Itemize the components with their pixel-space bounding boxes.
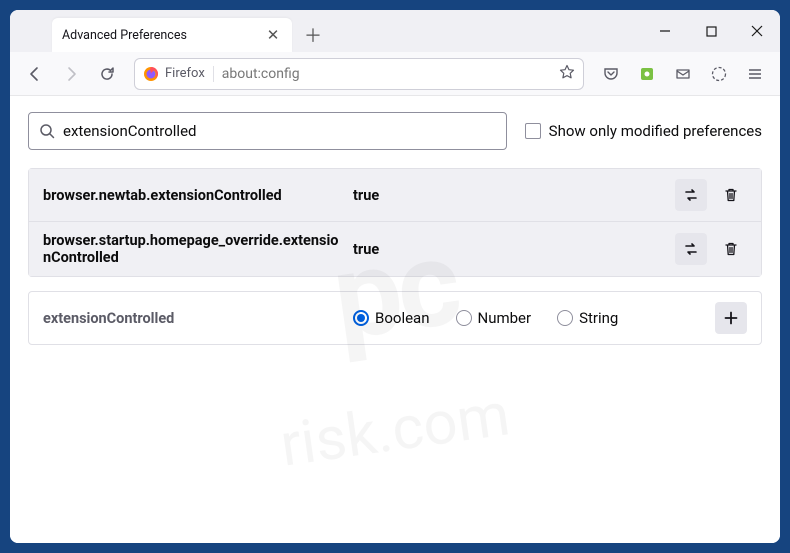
- back-button[interactable]: [18, 58, 52, 90]
- search-input[interactable]: [63, 122, 496, 140]
- search-box[interactable]: [28, 112, 507, 150]
- pref-value: true: [353, 187, 675, 204]
- add-button[interactable]: [715, 302, 747, 334]
- pref-row[interactable]: browser.newtab.extensionControlled true: [29, 169, 761, 221]
- radio-icon: [557, 310, 573, 326]
- radio-icon: [353, 310, 369, 326]
- radio-label: Number: [478, 309, 532, 327]
- close-window-button[interactable]: [734, 10, 780, 52]
- pref-row[interactable]: browser.startup.homepage_override.extens…: [29, 221, 761, 276]
- identity-box[interactable]: Firefox: [143, 66, 214, 82]
- pref-value: true: [353, 241, 675, 258]
- radio-number[interactable]: Number: [456, 309, 532, 327]
- pref-actions: [675, 233, 747, 265]
- pref-actions: [715, 302, 747, 334]
- maximize-button[interactable]: [688, 10, 734, 52]
- search-icon: [39, 123, 55, 139]
- identity-label: Firefox: [165, 66, 205, 81]
- pref-name: browser.startup.homepage_override.extens…: [43, 232, 353, 266]
- mail-button[interactable]: [666, 58, 700, 90]
- type-picker: Boolean Number String: [353, 309, 715, 327]
- pocket-button[interactable]: [594, 58, 628, 90]
- toggle-button[interactable]: [675, 233, 707, 265]
- plus-icon: [723, 310, 739, 326]
- browser-window: pc risk.com Advanced Preferences ✕ ＋ Fir…: [10, 10, 780, 543]
- new-pref-row: extensionControlled Boolean Number Strin…: [29, 292, 761, 344]
- url-bar[interactable]: Firefox about:config: [134, 58, 584, 90]
- browser-tab[interactable]: Advanced Preferences ✕: [52, 18, 292, 52]
- toggle-icon: [683, 187, 699, 203]
- extension-button[interactable]: [630, 58, 664, 90]
- reload-button[interactable]: [90, 58, 124, 90]
- pref-actions: [675, 179, 747, 211]
- tab-title: Advanced Preferences: [62, 28, 264, 43]
- toggle-button[interactable]: [675, 179, 707, 211]
- radio-icon: [456, 310, 472, 326]
- pref-name: browser.newtab.extensionControlled: [43, 187, 353, 204]
- trash-icon: [723, 241, 739, 257]
- new-pref-name: extensionControlled: [43, 310, 353, 327]
- toolbar: Firefox about:config: [10, 52, 780, 96]
- new-tab-button[interactable]: ＋: [298, 20, 328, 50]
- window-controls: [642, 10, 780, 52]
- account-button[interactable]: [702, 58, 736, 90]
- close-tab-icon[interactable]: ✕: [264, 26, 282, 44]
- about-config-content: Show only modified preferences browser.n…: [10, 96, 780, 543]
- checkbox-label-text: Show only modified preferences: [549, 122, 762, 140]
- radio-boolean[interactable]: Boolean: [353, 309, 430, 327]
- show-modified-checkbox[interactable]: Show only modified preferences: [525, 122, 762, 140]
- bookmark-star-icon[interactable]: [559, 64, 575, 84]
- firefox-icon: [143, 66, 159, 82]
- delete-button[interactable]: [715, 233, 747, 265]
- radio-string[interactable]: String: [557, 309, 618, 327]
- delete-button[interactable]: [715, 179, 747, 211]
- url-text: about:config: [222, 66, 551, 82]
- toggle-icon: [683, 241, 699, 257]
- minimize-button[interactable]: [642, 10, 688, 52]
- checkbox-icon: [525, 123, 541, 139]
- new-pref-table: extensionControlled Boolean Number Strin…: [28, 291, 762, 345]
- forward-button[interactable]: [54, 58, 88, 90]
- trash-icon: [723, 187, 739, 203]
- prefs-table: browser.newtab.extensionControlled true …: [28, 168, 762, 277]
- menu-button[interactable]: [738, 58, 772, 90]
- search-row: Show only modified preferences: [28, 112, 762, 150]
- radio-label: String: [579, 309, 618, 327]
- radio-label: Boolean: [375, 309, 430, 327]
